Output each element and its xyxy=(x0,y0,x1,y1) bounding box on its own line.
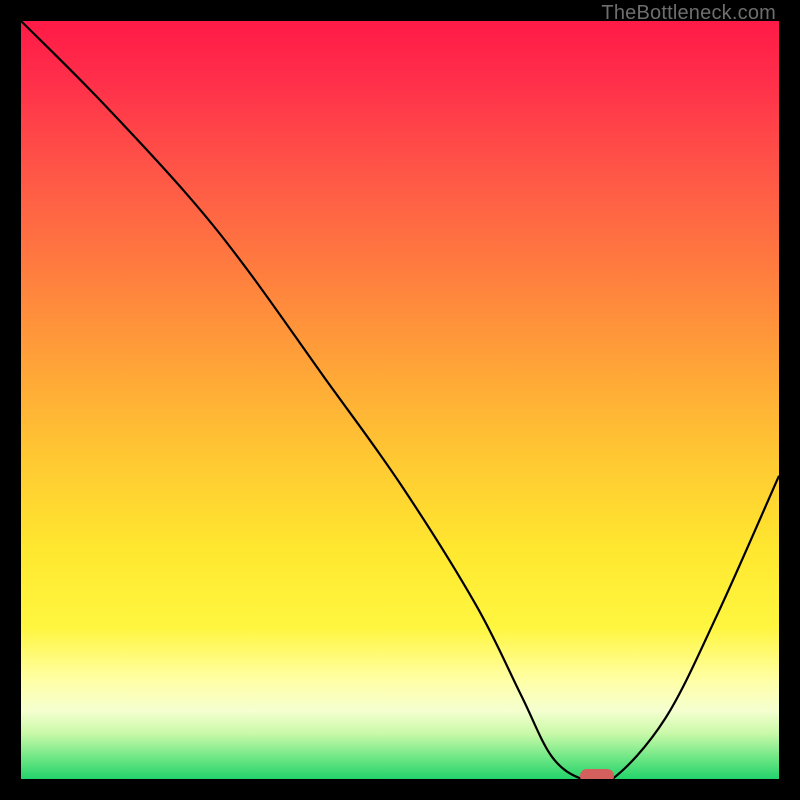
optimum-marker xyxy=(580,769,614,779)
bottleneck-curve xyxy=(21,21,779,779)
chart-frame: TheBottleneck.com xyxy=(0,0,800,800)
plot-area xyxy=(21,21,779,779)
